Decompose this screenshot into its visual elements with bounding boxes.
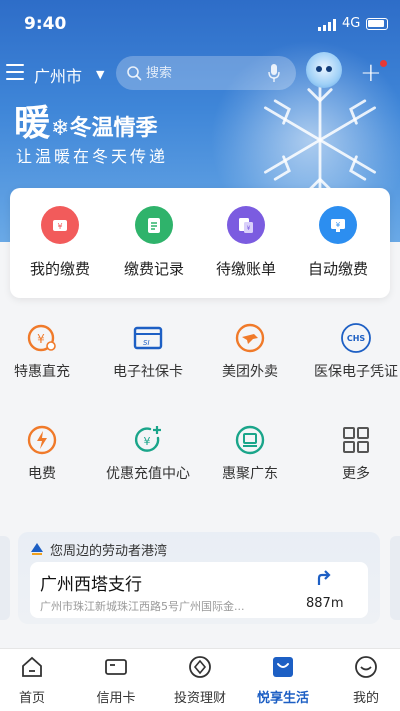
mascot-eye [326, 66, 332, 72]
banner-title: 暖❄冬温情季 [14, 94, 157, 146]
banner-title-big: 暖 [14, 103, 52, 144]
service-label: 电子社保卡 [113, 364, 183, 380]
nav-home[interactable]: 首页 [0, 655, 72, 706]
status-time: 9:40 [24, 14, 67, 34]
svg-text:¥: ¥ [37, 332, 45, 346]
branch-name: 广州西塔支行 [40, 575, 142, 595]
quick-action-payment-record[interactable]: 缴费记录 [114, 206, 194, 279]
topup-icon: ¥ [26, 322, 58, 354]
signal-icon [318, 19, 336, 31]
quick-actions-card: ¥ 我的缴费 缴费记录 ¥ 待缴账单 ¥ 自动缴费 [10, 188, 390, 298]
service-more[interactable]: 更多 [308, 424, 400, 483]
social-security-card-icon: SI [132, 322, 164, 354]
mascot-eye [316, 66, 322, 72]
service-meituan[interactable]: 美团外卖 [202, 322, 298, 381]
mascot-avatar[interactable] [306, 52, 342, 88]
carousel-next-card[interactable] [390, 536, 400, 620]
nearby-header: 您周边的劳动者港湾 [30, 540, 167, 559]
nav-life[interactable]: 悦享生活 [243, 655, 323, 706]
service-electricity[interactable]: 电费 [0, 424, 90, 483]
svg-text:¥: ¥ [57, 222, 62, 231]
microphone-icon[interactable] [268, 64, 280, 82]
carousel-prev-card[interactable] [0, 536, 10, 620]
search-icon [127, 66, 142, 81]
navigate-arrow-icon[interactable] [316, 570, 332, 586]
nav-label: 我的 [352, 691, 379, 706]
svg-text:¥: ¥ [247, 225, 251, 232]
battery-icon [366, 18, 388, 30]
city-selector[interactable]: 广州市 [34, 63, 82, 87]
service-huiju-guangdong[interactable]: 惠聚广东 [202, 424, 298, 483]
medical-insurance-icon: CHS [340, 322, 372, 354]
quick-action-label: 待缴账单 [215, 260, 276, 278]
service-recharge-center[interactable]: ¥ 优惠充值中心 [100, 424, 196, 483]
nav-profile[interactable]: 我的 [326, 655, 400, 706]
banner-title-rest: 冬温情季 [69, 116, 158, 141]
snowflake-small-icon: ❄ [51, 116, 70, 141]
nearby-outlet-carousel[interactable]: 您周边的劳动者港湾 广州西塔支行 广州市珠江新城珠江西路5号广州国际金... 8… [0, 532, 400, 624]
wallet-icon: ¥ [41, 206, 79, 244]
quick-action-auto-pay[interactable]: ¥ 自动缴费 [298, 206, 378, 279]
svg-text:SI: SI [143, 339, 150, 347]
branch-address: 广州市珠江新城珠江西路5号广州国际金... [40, 600, 245, 613]
recharge-center-icon: ¥ [132, 424, 164, 456]
service-discount-topup[interactable]: ¥ 特惠直充 [0, 322, 90, 381]
service-label: 优惠充值中心 [106, 466, 190, 482]
nav-label: 首页 [18, 691, 45, 706]
service-label: 更多 [342, 466, 370, 482]
quick-action-my-payment[interactable]: ¥ 我的缴费 [20, 206, 100, 279]
search-bar[interactable] [116, 56, 296, 90]
service-label: 惠聚广东 [222, 466, 278, 482]
quick-action-label: 缴费记录 [123, 260, 184, 278]
network-type: 4G [342, 16, 361, 31]
auto-pay-icon: ¥ [319, 206, 357, 244]
service-medical-insurance[interactable]: CHS 医保电子凭证 [308, 322, 400, 381]
nav-label: 投资理财 [173, 691, 226, 706]
status-bar: 9:40 4G [0, 0, 400, 48]
credit-card-icon [104, 655, 128, 679]
life-icon [271, 655, 295, 679]
service-label: 特惠直充 [14, 364, 70, 380]
meituan-icon [234, 322, 266, 354]
profile-icon [354, 655, 378, 679]
nav-label: 信用卡 [96, 691, 136, 706]
huiju-guangdong-icon [234, 424, 266, 456]
record-icon [135, 206, 173, 244]
nav-investment[interactable]: 投资理财 [160, 655, 240, 706]
svg-text:¥: ¥ [336, 221, 341, 229]
branch-distance: 887m [306, 596, 344, 611]
bottom-navigation: 首页 信用卡 投资理财 悦享生活 我的 [0, 648, 400, 711]
quick-action-label: 自动缴费 [307, 260, 368, 278]
investment-icon [188, 655, 212, 679]
service-label: 美团外卖 [222, 364, 278, 380]
search-input[interactable] [146, 63, 256, 83]
svg-text:¥: ¥ [144, 435, 151, 448]
more-grid-icon [340, 424, 372, 456]
quick-action-pending-bill[interactable]: ¥ 待缴账单 [206, 206, 286, 279]
service-e-social-security-card[interactable]: SI 电子社保卡 [100, 322, 196, 381]
plus-icon[interactable]: + [360, 60, 382, 86]
svg-text:CHS: CHS [347, 334, 366, 343]
home-icon [20, 655, 44, 679]
banner-subtitle: 让温暖在冬天传递 [16, 147, 169, 166]
quick-action-label: 我的缴费 [29, 260, 90, 278]
electricity-icon [26, 424, 58, 456]
service-label: 电费 [28, 466, 56, 482]
bill-icon: ¥ [227, 206, 265, 244]
top-bar: 广州市 ▼ + [0, 52, 400, 92]
chevron-down-icon[interactable]: ▼ [96, 68, 104, 81]
branch-card[interactable]: 广州西塔支行 广州市珠江新城珠江西路5号广州国际金... 887m [30, 562, 368, 618]
nav-label: 悦享生活 [256, 691, 309, 706]
nearby-header-text: 您周边的劳动者港湾 [50, 544, 168, 559]
nav-credit-card[interactable]: 信用卡 [76, 655, 156, 706]
notification-dot [380, 60, 387, 67]
menu-icon[interactable] [6, 64, 24, 80]
service-label: 医保电子凭证 [314, 364, 398, 380]
